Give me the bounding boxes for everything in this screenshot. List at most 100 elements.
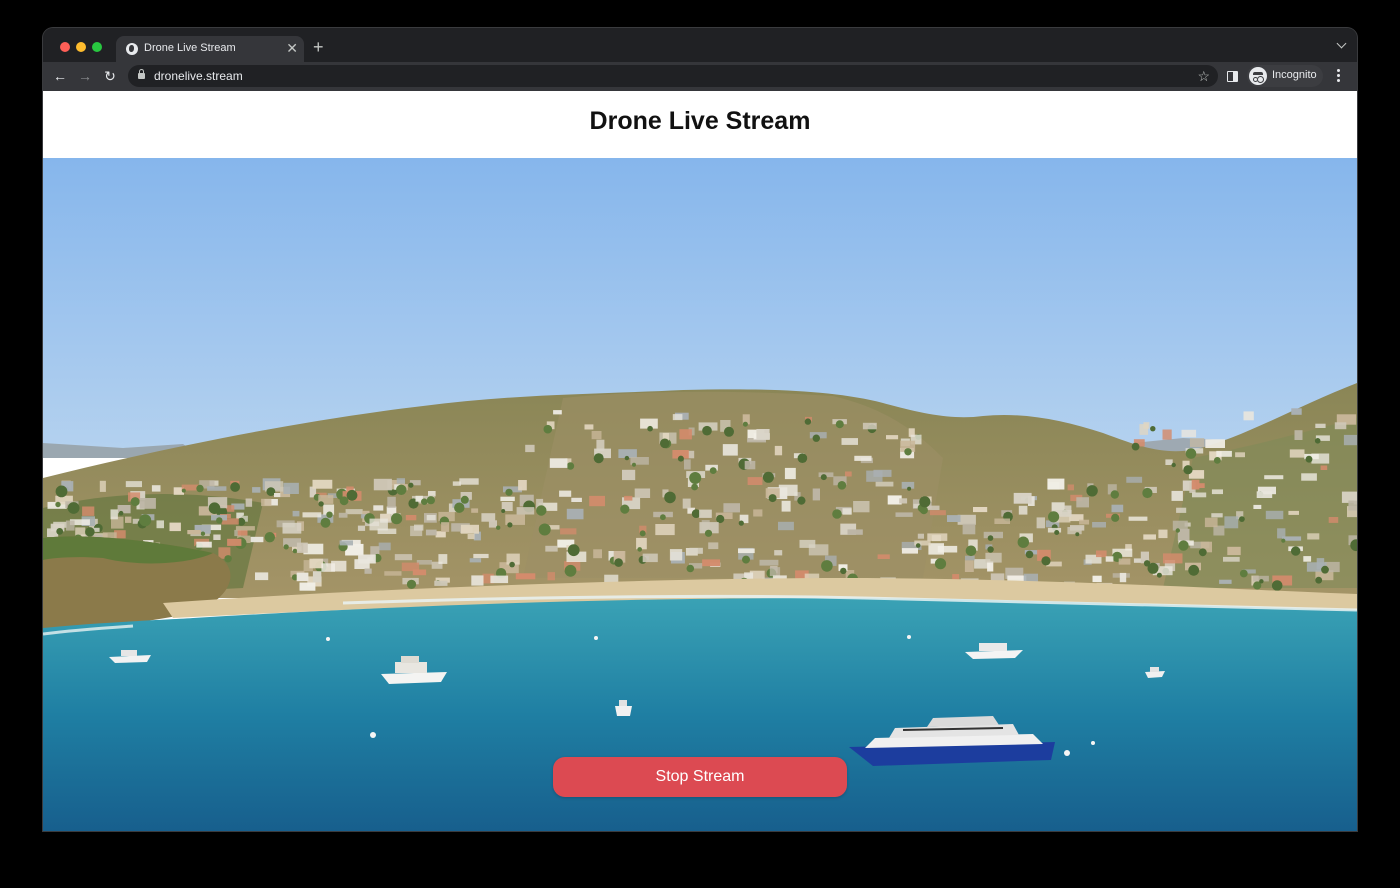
house (964, 560, 974, 572)
house (369, 518, 388, 531)
house (196, 541, 212, 548)
house (589, 495, 605, 507)
house (1243, 411, 1254, 421)
house (471, 508, 479, 513)
profile-button[interactable]: Incognito (1247, 65, 1323, 87)
close-tab-icon[interactable]: ✕ (286, 39, 298, 57)
tree (812, 434, 820, 442)
house (973, 507, 988, 513)
house (1092, 575, 1102, 583)
house (560, 528, 577, 535)
tree (1239, 569, 1248, 578)
tree (224, 555, 232, 563)
house (1211, 489, 1223, 495)
reload-button[interactable]: ↻ (101, 67, 119, 85)
house (441, 522, 450, 532)
house (1018, 505, 1028, 515)
house (1189, 438, 1205, 448)
page-header: Drone Live Stream (43, 91, 1357, 159)
house (753, 509, 763, 517)
lock-icon[interactable] (138, 69, 145, 79)
stream-frame (43, 158, 1357, 831)
house (845, 471, 852, 477)
tree (1281, 538, 1286, 543)
house (261, 498, 272, 507)
buoy (594, 636, 598, 640)
tree (691, 483, 698, 491)
bookmark-star-icon[interactable]: ☆ (1197, 67, 1210, 85)
house (684, 459, 691, 470)
house (1334, 422, 1347, 430)
tree (318, 501, 324, 507)
house (549, 458, 568, 468)
tree (264, 532, 275, 543)
tree (1171, 462, 1176, 468)
tree (965, 545, 977, 557)
house (927, 533, 948, 541)
tree (320, 517, 331, 528)
tree (346, 489, 358, 501)
tree (821, 560, 833, 572)
tree (283, 544, 289, 550)
house (1320, 465, 1328, 470)
tree (538, 523, 551, 536)
house (1348, 500, 1357, 511)
house (99, 480, 106, 492)
house (895, 512, 913, 517)
tree (1150, 426, 1156, 432)
house (847, 529, 863, 535)
more-menu-icon[interactable] (1337, 69, 1340, 72)
house (296, 572, 309, 582)
house (299, 582, 316, 591)
close-window-button[interactable] (60, 42, 70, 52)
house (82, 506, 95, 516)
house (292, 510, 300, 517)
side-panel-icon[interactable] (1227, 71, 1238, 82)
house (378, 542, 391, 551)
house (518, 480, 527, 491)
tree (762, 471, 774, 483)
browser-tab[interactable]: Drone Live Stream ✕ (116, 36, 304, 62)
house (1172, 520, 1188, 531)
house (405, 515, 417, 521)
tree (564, 564, 577, 577)
house (962, 523, 976, 535)
tree (907, 486, 912, 491)
tree (292, 548, 298, 554)
house (396, 478, 405, 484)
house (702, 559, 721, 567)
house (1036, 517, 1045, 529)
stop-stream-button[interactable]: Stop Stream (553, 757, 847, 797)
house (1076, 497, 1089, 508)
house (156, 520, 164, 529)
forward-button[interactable]: → (76, 67, 94, 85)
new-tab-button[interactable]: + (313, 38, 324, 56)
chevron-down-icon[interactable] (1336, 38, 1347, 49)
house (1158, 529, 1168, 539)
back-button[interactable]: ← (51, 67, 69, 85)
tree (421, 498, 428, 506)
maximize-window-button[interactable] (92, 42, 102, 52)
tree (987, 535, 994, 541)
tree (200, 531, 206, 536)
house (394, 554, 413, 561)
incognito-icon (1249, 67, 1267, 85)
tree (660, 514, 666, 521)
house (636, 537, 647, 550)
tree (1111, 513, 1120, 522)
house (1235, 452, 1245, 458)
house (1315, 423, 1326, 428)
minimize-window-button[interactable] (76, 42, 86, 52)
house (274, 493, 281, 498)
tree (139, 514, 152, 527)
house (302, 512, 322, 518)
video-stream[interactable]: Stop Stream (43, 158, 1357, 831)
url-text[interactable]: dronelive.stream (154, 69, 243, 83)
house (1307, 533, 1320, 540)
house (213, 534, 221, 540)
house (784, 467, 796, 480)
address-bar[interactable]: dronelive.stream ☆ (128, 65, 1218, 87)
tree (1315, 576, 1323, 584)
house (1216, 450, 1232, 457)
house (1205, 439, 1225, 448)
